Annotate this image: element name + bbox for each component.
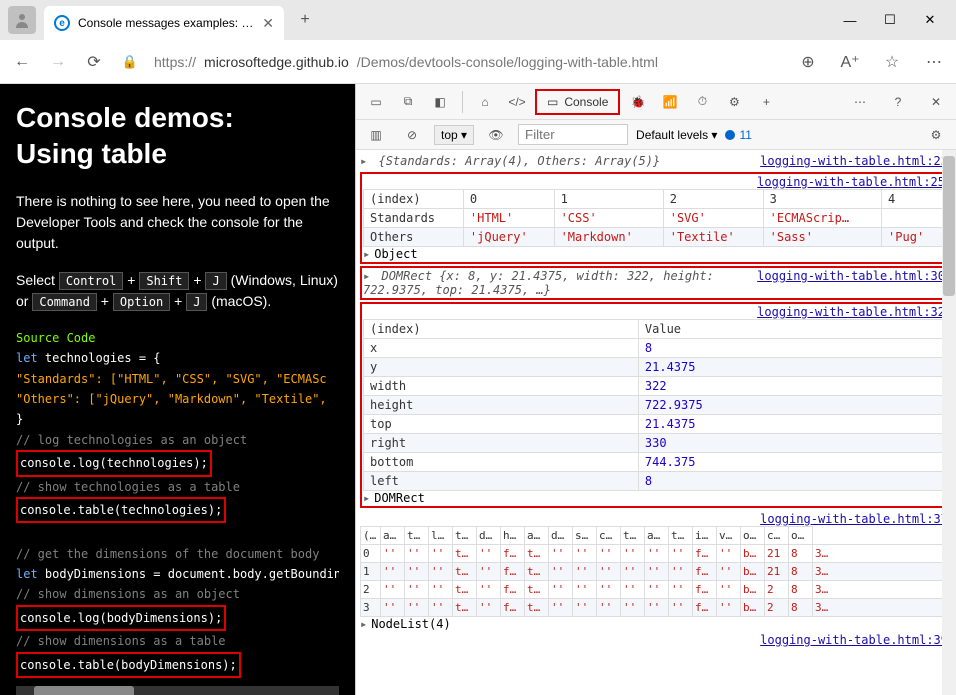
url-box[interactable]: https:// microsoftedge.github.io/Demos/de… — [154, 54, 784, 70]
page-intro: There is nothing to see here, you need t… — [16, 191, 339, 254]
highlight-console-log-body: console.log(bodyDimensions); — [16, 605, 226, 631]
expand-icon[interactable]: ▸ — [363, 491, 370, 505]
dock-icon[interactable]: ◧ — [426, 88, 454, 116]
console-row: logging-with-table.html:23 ▸ {Standards:… — [360, 152, 948, 170]
object-preview[interactable]: {Standards: Array(4), Others: Array(5)} — [378, 154, 660, 168]
issues-badge[interactable]: 11 — [725, 128, 751, 142]
console-output[interactable]: logging-with-table.html:23 ▸ {Standards:… — [356, 150, 956, 695]
close-button[interactable]: ✕ — [920, 10, 940, 30]
highlight-console-log-tech: console.log(technologies); — [16, 450, 212, 476]
network-tab-icon[interactable]: 📶 — [656, 88, 684, 116]
highlight-console-table-tech: console.table(technologies); — [16, 497, 226, 523]
settings-icon[interactable]: ⚙ — [720, 88, 748, 116]
kbd-command: Command — [32, 293, 97, 311]
horizontal-scrollbar[interactable] — [16, 686, 339, 695]
performance-tab-icon[interactable]: ⏱ — [688, 88, 716, 116]
main-area: Console demos: Using table There is noth… — [0, 84, 956, 695]
profile-avatar[interactable] — [8, 6, 36, 34]
page-shortcut: Select Control + Shift + J (Windows, Lin… — [16, 270, 339, 312]
source-link[interactable]: logging-with-table.html:37 — [760, 512, 948, 526]
refresh-button[interactable]: ⟳ — [82, 50, 106, 74]
inspect-icon[interactable]: ▭ — [362, 88, 390, 116]
log-levels[interactable]: Default levels ▾ — [636, 128, 717, 142]
page-content: Console demos: Using table There is noth… — [0, 84, 355, 695]
more-tabs-icon[interactable]: + — [752, 88, 780, 116]
highlight-console-table-body: console.table(bodyDimensions); — [16, 652, 241, 678]
expand-icon[interactable]: ▸ — [363, 247, 370, 261]
kbd-j2: J — [186, 293, 207, 311]
url-path: /Demos/devtools-console/logging-with-tab… — [357, 54, 658, 70]
source-link[interactable]: logging-with-table.html:39 — [760, 633, 948, 647]
app-icon[interactable]: ⊕ — [796, 50, 820, 74]
menu-button[interactable]: ⋯ — [922, 50, 946, 74]
source-link[interactable]: logging-with-table.html:25 — [757, 175, 945, 189]
url-host: microsoftedge.github.io — [204, 54, 349, 70]
read-aloud-icon[interactable]: A⁺ — [838, 50, 862, 74]
console-table-domrect: (index)Valuex8y21.4375width322height722.… — [363, 319, 945, 491]
kbd-option: Option — [113, 293, 170, 311]
source-link[interactable]: logging-with-table.html:30 — [757, 269, 945, 283]
clear-console-icon[interactable]: ⊘ — [398, 121, 426, 149]
console-table-nodelist: (…a…t…l…t…d…h…a…d…s…c…t…a…t…i…v…o…c…o…0'… — [360, 526, 948, 617]
device-icon[interactable]: ⧉ — [394, 88, 422, 116]
new-tab-button[interactable]: + — [290, 5, 320, 35]
context-selector[interactable]: top ▾ — [434, 125, 474, 145]
source-link[interactable]: logging-with-table.html:23 — [760, 154, 948, 168]
tab-title: Console messages examples: Usi — [78, 16, 254, 30]
vertical-scrollbar[interactable] — [942, 150, 956, 695]
titlebar: e Console messages examples: Usi ✕ + — ☐… — [0, 0, 956, 40]
filter-input[interactable] — [518, 124, 628, 145]
highlighted-table-2: logging-with-table.html:32 (index)Valuex… — [360, 302, 948, 508]
url-scheme: https:// — [154, 54, 196, 70]
welcome-tab-icon[interactable]: ⌂ — [471, 88, 499, 116]
address-bar: ← → ⟳ 🔒 https:// microsoftedge.github.io /… — [0, 40, 956, 84]
forward-button[interactable]: → — [46, 50, 70, 74]
kbd-j: J — [205, 272, 226, 290]
sidebar-toggle-icon[interactable]: ▥ — [362, 121, 390, 149]
back-button[interactable]: ← — [10, 50, 34, 74]
kbd-shift: Shift — [139, 272, 189, 290]
devtools-tabbar: ▭ ⧉ ◧ ⌂ </> ▭ Console 🐞 📶 ⏱ ⚙ + ⋯ ? ✕ — [356, 84, 956, 120]
console-table-technologies: (index)01234Standards'HTML''CSS''SVG''EC… — [363, 189, 945, 247]
kbd-control: Control — [59, 272, 124, 290]
close-devtools-icon[interactable]: ✕ — [922, 88, 950, 116]
elements-tab-icon[interactable]: </> — [503, 88, 531, 116]
favorite-icon[interactable]: ☆ — [880, 50, 904, 74]
source-link[interactable]: logging-with-table.html:32 — [757, 305, 945, 319]
maximize-button[interactable]: ☐ — [880, 10, 900, 30]
sources-tab-icon[interactable]: 🐞 — [624, 88, 652, 116]
browser-tab[interactable]: e Console messages examples: Usi ✕ — [44, 6, 284, 40]
expand-icon[interactable]: ▸ — [360, 617, 367, 631]
edge-icon: e — [54, 15, 70, 31]
highlighted-table-1: logging-with-table.html:25 (index)01234S… — [360, 172, 948, 264]
help-icon[interactable]: ? — [884, 88, 912, 116]
object-preview[interactable]: DOMRect {x: 8, y: 21.4375, width: 322, h… — [363, 269, 714, 297]
page-heading: Console demos: Using table — [16, 100, 339, 173]
source-code: Source Code let technologies = { "Standa… — [16, 328, 339, 678]
minimize-button[interactable]: — — [840, 10, 860, 30]
console-toolbar: ▥ ⊘ top ▾ 👁 Default levels ▾ 11 ⚙ — [356, 120, 956, 150]
devtools-panel: ▭ ⧉ ◧ ⌂ </> ▭ Console 🐞 📶 ⏱ ⚙ + ⋯ ? ✕ — [355, 84, 956, 695]
expand-icon[interactable]: ▸ — [360, 154, 367, 168]
live-expression-icon[interactable]: 👁 — [482, 121, 510, 149]
tab-close-icon[interactable]: ✕ — [262, 15, 274, 32]
console-settings-icon[interactable]: ⚙ — [922, 121, 950, 149]
console-tab[interactable]: ▭ Console — [535, 89, 620, 115]
more-button[interactable]: ⋯ — [846, 88, 874, 116]
highlighted-row: logging-with-table.html:30 ▸ DOMRect {x:… — [360, 266, 948, 300]
console-icon: ▭ — [547, 95, 558, 109]
lock-icon[interactable]: 🔒 — [118, 50, 142, 74]
expand-icon[interactable]: ▸ — [363, 269, 370, 283]
